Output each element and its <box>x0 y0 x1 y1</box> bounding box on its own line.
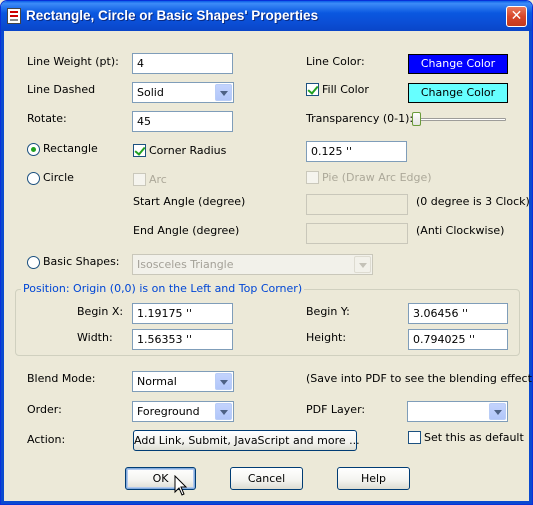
window-frame-right <box>529 31 532 504</box>
document-icon <box>7 8 21 24</box>
blend-mode-hint: (Save into PDF to see the blending effec… <box>306 372 533 385</box>
arc-label: Arc <box>149 173 167 186</box>
basic-shapes-radio[interactable] <box>27 256 40 269</box>
start-angle-label: Start Angle (degree) <box>133 195 246 208</box>
close-icon: ✕ <box>510 8 523 24</box>
window-frame-left <box>1 31 4 504</box>
end-angle-input[interactable] <box>306 223 408 244</box>
rectangle-radio[interactable] <box>27 143 40 156</box>
chevron-down-icon[interactable] <box>215 373 232 390</box>
order-label: Order: <box>27 403 62 416</box>
rotate-label: Rotate: <box>27 112 67 125</box>
end-angle-label: End Angle (degree) <box>133 224 240 237</box>
action-label: Action: <box>27 433 66 446</box>
blend-mode-value: Normal <box>137 375 177 388</box>
transparency-slider-thumb[interactable] <box>412 112 421 126</box>
close-button[interactable]: ✕ <box>506 6 527 27</box>
set-default-label: Set this as default <box>424 431 524 444</box>
pie-label: Pie (Draw Arc Edge) <box>322 171 432 184</box>
circle-label: Circle <box>43 171 74 184</box>
properties-dialog: Rectangle, Circle or Basic Shapes' Prope… <box>0 0 533 505</box>
cancel-button[interactable]: Cancel <box>230 467 303 490</box>
basic-shapes-value: Isosceles Triangle <box>137 258 234 271</box>
window-frame-bottom <box>1 501 532 504</box>
help-button[interactable]: Help <box>337 467 410 490</box>
corner-radius-label: Corner Radius <box>149 144 227 157</box>
order-value: Foreground <box>137 405 200 418</box>
line-dashed-select[interactable]: Solid <box>132 82 234 103</box>
position-group-legend: Position: Origin (0,0) is on the Left an… <box>21 282 305 296</box>
line-weight-input[interactable]: 4 <box>132 53 233 74</box>
begin-x-input[interactable]: 1.19175 '' <box>132 303 233 324</box>
height-input[interactable]: 0.794025 '' <box>408 329 508 350</box>
order-select[interactable]: Foreground <box>132 401 234 422</box>
rectangle-label: Rectangle <box>43 142 98 155</box>
blend-mode-select[interactable]: Normal <box>132 371 234 392</box>
basic-shapes-select[interactable]: Isosceles Triangle <box>132 254 373 275</box>
rotate-input[interactable]: 45 <box>132 111 233 132</box>
fill-color-label: Fill Color <box>322 83 369 96</box>
pdf-layer-select[interactable] <box>407 401 508 422</box>
pie-checkbox[interactable] <box>306 171 319 184</box>
begin-x-label: Begin X: <box>77 305 124 318</box>
start-angle-hint: (0 degree is 3 Clock) <box>416 195 530 208</box>
transparency-label: Transparency (0-1): <box>306 112 414 125</box>
line-color-label: Line Color: <box>306 55 365 68</box>
fill-color-checkbox[interactable] <box>306 83 319 96</box>
line-dashed-value: Solid <box>137 86 164 99</box>
mouse-cursor-icon <box>174 475 188 496</box>
chevron-down-icon[interactable] <box>489 403 506 420</box>
end-angle-hint: (Anti Clockwise) <box>416 224 505 237</box>
arc-checkbox[interactable] <box>133 173 146 186</box>
corner-radius-checkbox[interactable] <box>133 144 146 157</box>
width-label: Width: <box>77 331 113 344</box>
transparency-slider-track[interactable] <box>413 118 506 121</box>
width-input[interactable]: 1.56353 '' <box>132 329 233 350</box>
begin-y-input[interactable]: 3.06456 '' <box>408 303 508 324</box>
title-bar[interactable]: Rectangle, Circle or Basic Shapes' Prope… <box>1 1 532 31</box>
chevron-down-icon[interactable] <box>354 256 371 273</box>
height-label: Height: <box>306 331 347 344</box>
basic-shapes-label: Basic Shapes: <box>43 255 120 268</box>
line-dashed-label: Line Dashed <box>27 83 96 96</box>
add-link-button[interactable]: Add Link, Submit, JavaScript and more ..… <box>133 430 360 451</box>
circle-radio[interactable] <box>27 172 40 185</box>
corner-radius-input[interactable]: 0.125 '' <box>306 141 407 162</box>
chevron-down-icon[interactable] <box>215 84 232 101</box>
start-angle-input[interactable] <box>306 194 408 215</box>
begin-y-label: Begin Y: <box>306 305 350 318</box>
chevron-down-icon[interactable] <box>215 403 232 420</box>
pdf-layer-label: PDF Layer: <box>306 403 366 416</box>
blend-mode-label: Blend Mode: <box>27 372 96 385</box>
line-weight-label: Line Weight (pt): <box>27 55 119 68</box>
window-title: Rectangle, Circle or Basic Shapes' Prope… <box>26 8 319 23</box>
fill-color-button[interactable]: Change Color <box>408 83 508 103</box>
line-color-button[interactable]: Change Color <box>408 54 508 74</box>
set-default-checkbox[interactable] <box>408 431 421 444</box>
